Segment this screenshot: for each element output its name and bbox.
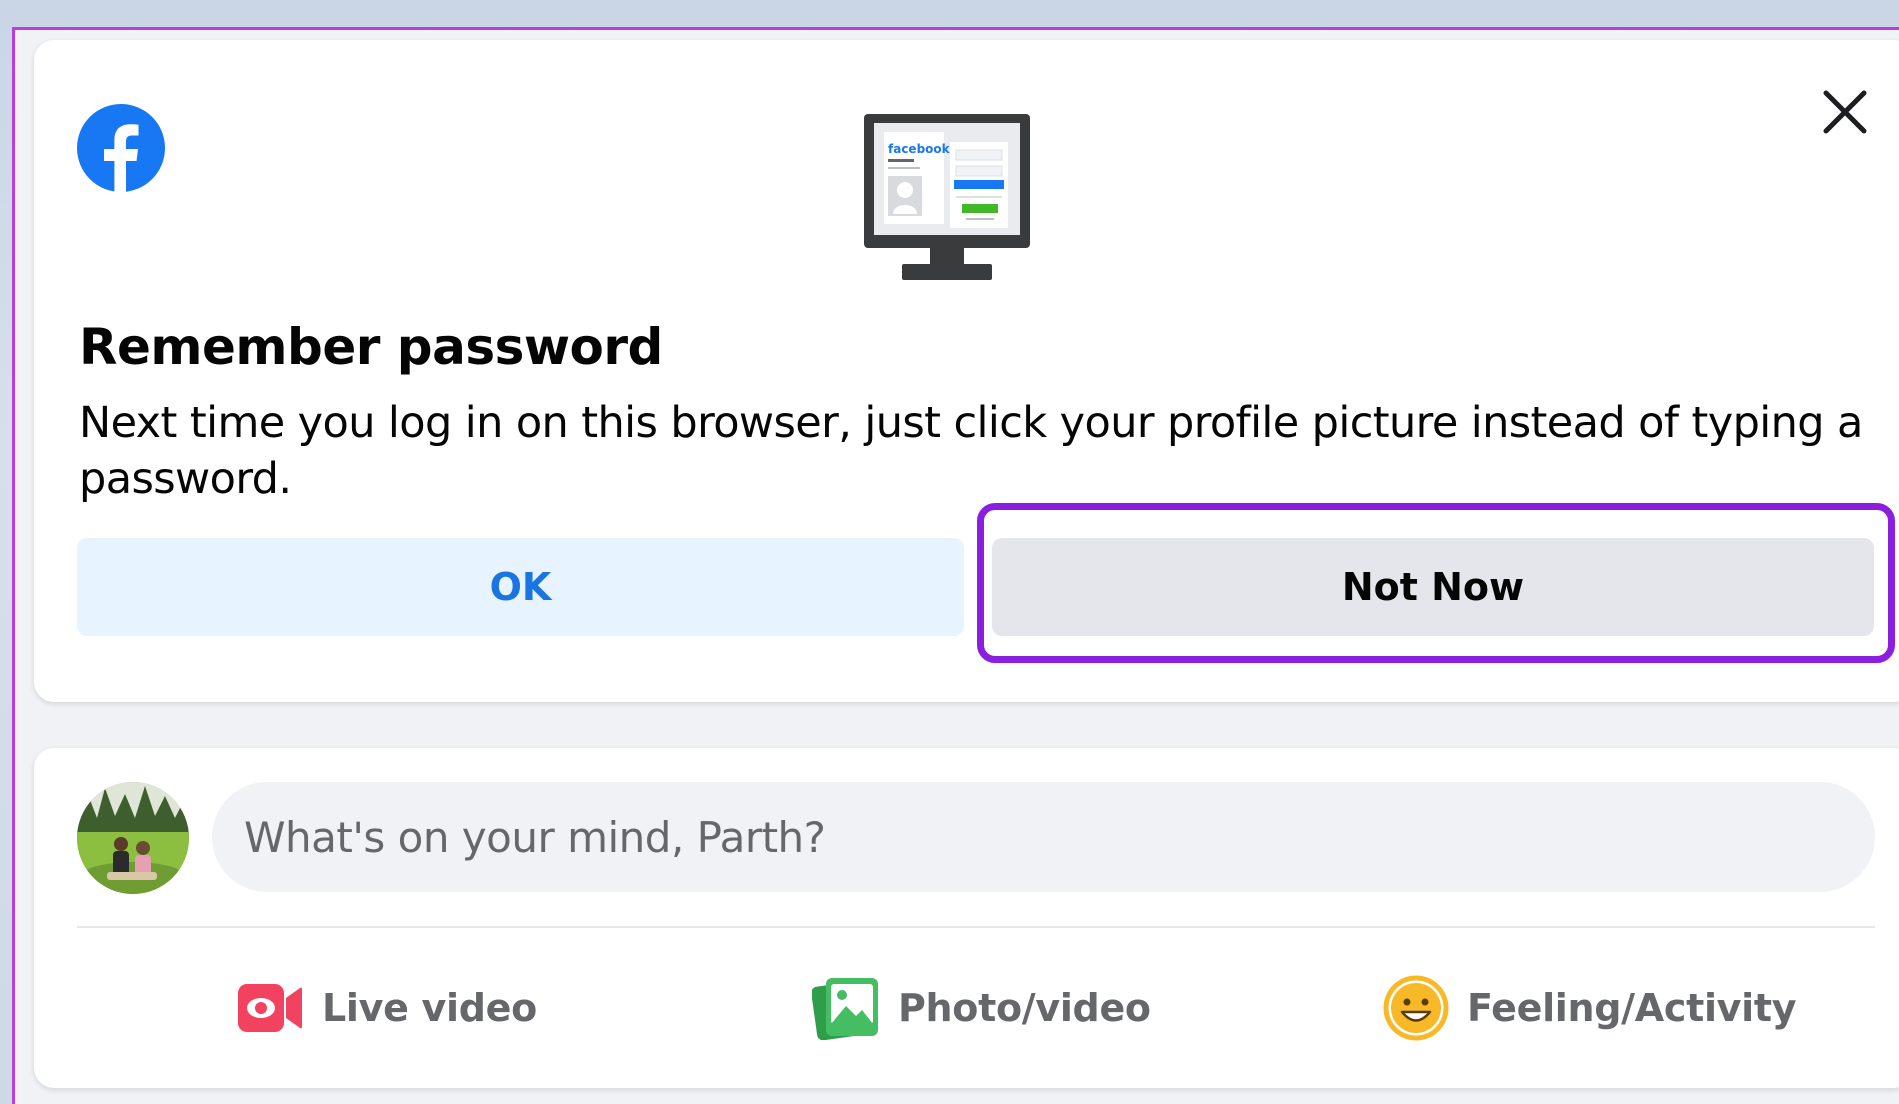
feeling-activity-label: Feeling/Activity xyxy=(1467,986,1797,1030)
feeling-activity-button[interactable]: Feeling/Activity xyxy=(1383,968,1797,1048)
feeling-activity-icon xyxy=(1383,975,1449,1041)
facebook-logo-icon[interactable] xyxy=(77,104,165,192)
monitor-login-illustration: facebook xyxy=(862,112,1032,284)
not-now-button[interactable]: Not Now xyxy=(992,538,1874,636)
dialog-description: Next time you log in on this browser, ju… xyxy=(79,398,1863,504)
divider xyxy=(77,926,1875,928)
close-button[interactable] xyxy=(1815,82,1875,142)
photo-video-button[interactable]: Photo/video xyxy=(812,968,1151,1048)
dialog-title: Remember password xyxy=(79,318,663,376)
photo-video-label: Photo/video xyxy=(898,986,1151,1030)
ok-button[interactable]: OK xyxy=(77,538,964,636)
close-icon xyxy=(1823,90,1867,134)
photo-video-icon xyxy=(812,978,878,1040)
status-input[interactable]: What's on your mind, Parth? xyxy=(212,782,1875,892)
live-video-icon xyxy=(238,984,302,1032)
live-video-button[interactable]: Live video xyxy=(236,968,537,1048)
live-video-label: Live video xyxy=(322,986,537,1030)
monitor-brand-text: facebook xyxy=(888,142,951,156)
avatar[interactable] xyxy=(77,782,189,894)
